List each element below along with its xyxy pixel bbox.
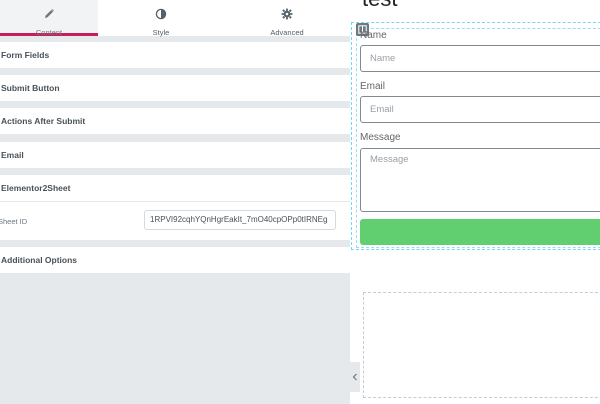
tab-content-label: Content	[35, 28, 63, 37]
name-placeholder: Name	[370, 53, 396, 64]
section-title: Additional Options	[1, 255, 78, 265]
chevron-left-icon	[352, 368, 358, 386]
panel-tabs: Content Style Advanced	[0, 0, 350, 37]
section-form-fields[interactable]: Form Fields	[0, 42, 350, 68]
sheet-id-label: Sheet ID	[0, 217, 28, 226]
message-field[interactable]: Message	[360, 148, 600, 212]
email-placeholder: Email	[370, 104, 394, 115]
tab-style[interactable]: Style	[98, 0, 224, 37]
section-title: Actions After Submit	[1, 116, 86, 126]
message-placeholder: Message	[370, 154, 409, 165]
tab-style-label: Style	[152, 28, 170, 37]
message-label: Message	[360, 132, 401, 143]
collapse-panel-button[interactable]	[350, 362, 360, 392]
section-actions-after-submit[interactable]: Actions After Submit	[0, 108, 350, 134]
half-circle-icon	[155, 7, 167, 25]
tab-advanced[interactable]: Advanced	[224, 0, 350, 37]
editor-panel: Content Style Advanced Form Fields Submi…	[0, 0, 350, 404]
email-label: Email	[360, 81, 386, 92]
name-field[interactable]: Name	[360, 45, 600, 72]
tab-content[interactable]: Content	[0, 0, 98, 37]
email-field[interactable]: Email	[360, 96, 600, 123]
page-title: test	[362, 0, 397, 12]
section-additional-options[interactable]: Additional Options	[0, 247, 350, 273]
tab-advanced-label: Advanced	[270, 28, 304, 37]
name-label: Name	[360, 30, 387, 41]
section-title: Submit Button	[1, 83, 60, 93]
pencil-icon	[43, 7, 55, 25]
section-title: Form Fields	[1, 50, 50, 60]
section-title: Elementor2Sheet	[1, 183, 71, 193]
section-elementor2sheet[interactable]: Elementor2Sheet	[0, 175, 350, 201]
submit-button[interactable]	[360, 219, 600, 245]
sheet-id-input[interactable]: 1RPVI92cqhYQnHgrEakIt_7mO40cpOPp0tIRNEg	[144, 210, 336, 230]
section-title: Email	[1, 150, 24, 160]
gear-icon	[281, 7, 293, 25]
section-email[interactable]: Email	[0, 142, 350, 168]
empty-drop-area[interactable]	[363, 292, 600, 398]
section-submit-button[interactable]: Submit Button	[0, 75, 350, 101]
